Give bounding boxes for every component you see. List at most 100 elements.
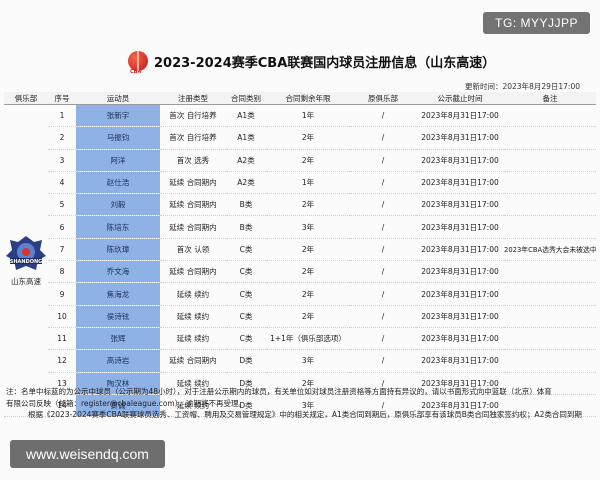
table-row: 6 陈培东 延续 合同期内 B类 3年/2023年8月31日17:00 [4, 215, 596, 239]
footnote-line: 根据《2023-2024赛季CBA联赛球员选秀、工资帽、聘用及交易管理规定》中的… [28, 410, 582, 419]
cell-years: 2年 [266, 238, 350, 262]
cell-years: 2年 [266, 126, 350, 150]
cell-note [504, 327, 596, 351]
cell-player-name: 张辉 [76, 327, 160, 351]
cell-contract-cat: C类 [226, 305, 266, 328]
document-title: 2023-2024赛季CBA联赛国内球员注册信息（山东高速） [154, 55, 496, 71]
cell-reg-type: 延续 续约 [160, 305, 226, 328]
cell-orig-club: / [350, 149, 416, 172]
cell-contract-cat: D类 [226, 349, 266, 373]
cell-no: 12 [48, 349, 76, 373]
cell-contract-cat: B类 [226, 215, 266, 239]
col-header-contract-cat: 合同类别 [226, 92, 266, 105]
reg-subtype: 合同期内 [186, 200, 217, 210]
cell-player-name: 焦海龙 [76, 282, 160, 306]
table-row: 10 侯诗铉 延续 续约 C类 2年/2023年8月31日17:00 [4, 305, 596, 328]
cell-player-name: 高诗岩 [76, 349, 160, 373]
cba-logo-text: CBA [130, 69, 142, 75]
cell-note [504, 305, 596, 328]
reg-type: 首次 [169, 111, 185, 121]
watermark-top: TG: MYYJJPP [483, 12, 590, 34]
cell-reg-type: 延续 合同期内 [160, 349, 226, 373]
watermark-bottom: www.weisendq.com [10, 440, 165, 468]
cell-reg-type: 首次 选秀 [160, 149, 226, 172]
cell-years: 2年 [266, 149, 350, 172]
reg-type: 延续 [169, 222, 185, 232]
cell-no: 3 [48, 149, 76, 172]
reg-type: 首次 [169, 133, 185, 143]
cell-note [504, 282, 596, 306]
cell-reg-type: 首次 自行培养 [160, 126, 226, 150]
cell-no: 11 [48, 327, 76, 351]
cell-years: 1年 [266, 171, 350, 195]
cell-deadline: 2023年8月31日17:00 [416, 327, 504, 351]
cell-no: 5 [48, 193, 76, 217]
cell-deadline: 2023年8月31日17:00 [416, 282, 504, 306]
cell-reg-type: 延续 合同期内 [160, 171, 226, 195]
cell-note [504, 171, 596, 195]
cell-reg-type: 延续 合同期内 [160, 215, 226, 239]
svg-text:SHANDONG: SHANDONG [10, 259, 43, 265]
reg-type: 首次 [176, 155, 192, 165]
reg-subtype: 续约 [194, 311, 210, 321]
cell-player-name: 张新宇 [76, 104, 160, 128]
reg-subtype: 合同期内 [186, 267, 217, 277]
update-time: 更新时间：2023年8月29日17:00 [464, 82, 580, 91]
cell-no: 9 [48, 282, 76, 306]
cell-note [504, 126, 596, 150]
table-row: SHANDONG 山东高速 1 张新宇 首次 自行培养 A1类 1年/2023年8月31… [4, 104, 596, 418]
cell-contract-cat: C类 [226, 238, 266, 262]
cell-reg-type: 延续 续约 [160, 282, 226, 306]
table-row: 5 刘毅 延续 合同期内 B类 2年/2023年8月31日17:00 [4, 193, 596, 217]
reg-subtype: 合同期内 [186, 222, 217, 232]
cell-deadline: 2023年8月31日17:00 [416, 149, 504, 172]
table-row: 4 赵仕浩 延续 合同期内 A2类 1年/2023年8月31日17:00 [4, 171, 596, 195]
cell-no: 7 [48, 238, 76, 262]
cell-deadline: 2023年8月31日17:00 [416, 305, 504, 328]
club-cell: SHANDONG 山东高速 [4, 104, 48, 418]
reg-type: 延续 [169, 267, 185, 277]
cell-player-name: 阿洋 [76, 149, 160, 172]
col-header-orig-club: 原俱乐部 [350, 92, 416, 105]
registration-document: CBA 2023-2024赛季CBA联赛国内球员注册信息（山东高速） 更新时间：… [0, 0, 600, 480]
reg-subtype: 选秀 [194, 155, 210, 165]
footnotes: 注：名单中标蓝的为公示中球员（公示期为48小时），对于注册公示期内的球员，有关单… [6, 386, 594, 421]
cell-reg-type: 首次 认领 [160, 238, 226, 262]
shandong-club-logo-icon: SHANDONG [4, 234, 48, 274]
reg-subtype: 自行培养 [186, 133, 217, 143]
cell-years: 2年 [266, 260, 350, 284]
cell-deadline: 2023年8月31日17:00 [416, 215, 504, 239]
cell-orig-club: / [350, 215, 416, 239]
cell-orig-club: / [350, 104, 416, 128]
cell-reg-type: 延续 合同期内 [160, 193, 226, 217]
cell-contract-cat: C类 [226, 327, 266, 351]
footnote-line: 注：名单中标蓝的为公示中球员（公示期为48小时），对于注册公示期内的球员，有关单… [6, 387, 552, 396]
cell-no: 8 [48, 260, 76, 284]
table-row: 2 马振钧 首次 自行培养 A1类 2年/2023年8月31日17:00 [4, 126, 596, 150]
table-row: 8 乔文海 延续 合同期内 C类 2年/2023年8月31日17:00 [4, 260, 596, 284]
cell-deadline: 2023年8月31日17:00 [416, 126, 504, 150]
table-row: 12 高诗岩 延续 合同期内 D类 3年/2023年8月31日17:00 [4, 349, 596, 373]
cell-contract-cat: A2类 [226, 171, 266, 195]
table-row: 3 阿洋 首次 选秀 A2类 2年/2023年8月31日17:00 [4, 149, 596, 172]
col-header-years: 合同剩余年限 [266, 92, 350, 105]
cell-orig-club: / [350, 238, 416, 262]
reg-type: 延续 [169, 356, 185, 366]
cell-orig-club: / [350, 327, 416, 351]
cell-note [504, 260, 596, 284]
cell-player-name: 马振钧 [76, 126, 160, 150]
cell-player-name: 侯诗铉 [76, 305, 160, 328]
cell-no: 4 [48, 171, 76, 195]
cell-years: 2年 [266, 282, 350, 306]
reg-subtype: 续约 [194, 289, 210, 299]
reg-subtype: 合同期内 [186, 356, 217, 366]
cell-deadline: 2023年8月31日17:00 [416, 104, 504, 128]
cell-deadline: 2023年8月31日17:00 [416, 238, 504, 262]
reg-type: 延续 [169, 178, 185, 188]
cell-no: 1 [48, 104, 76, 128]
cell-note [504, 149, 596, 172]
cell-orig-club: / [350, 305, 416, 328]
col-header-note: 备注 [504, 92, 596, 105]
cell-years: 3年 [266, 215, 350, 239]
cba-logo-icon: CBA [128, 51, 148, 75]
